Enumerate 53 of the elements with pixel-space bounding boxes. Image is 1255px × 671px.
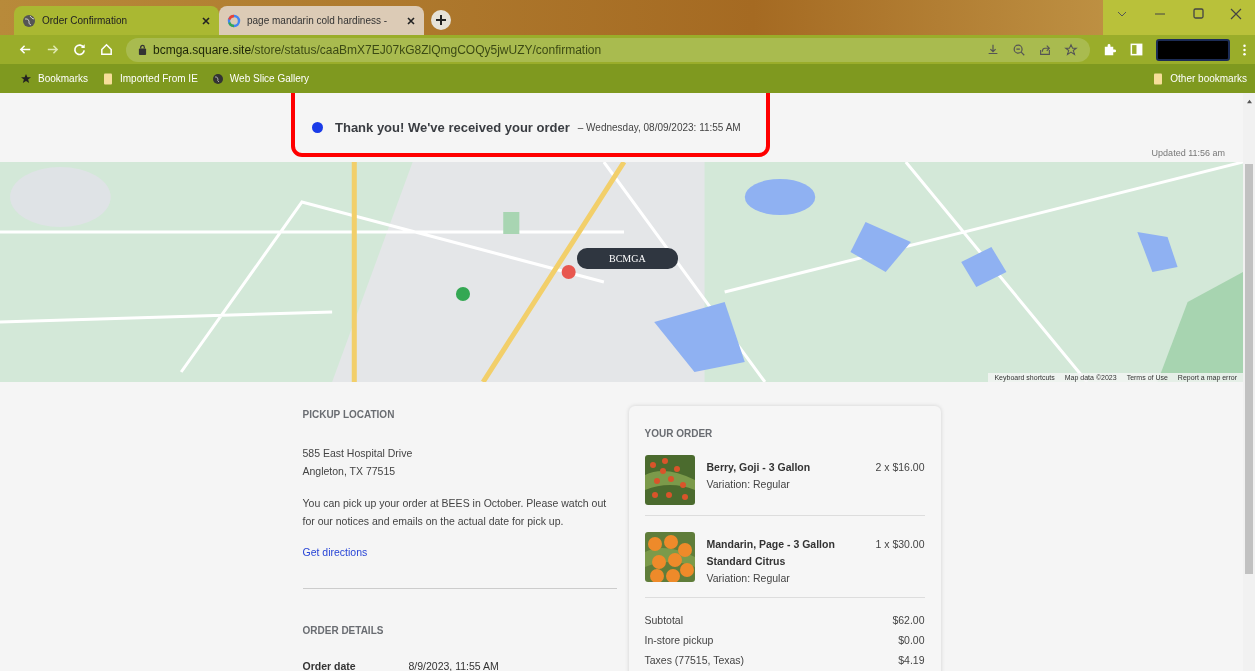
detail-label: Order date (302, 660, 357, 671)
item-variation: Variation: Regular (706, 571, 791, 586)
address-bar[interactable]: bcmga.square.site/store/status/caaBmX7EJ07kG8ZlQmgCOQy5jwUZY/confirmation (126, 37, 1090, 62)
close-icon[interactable] (406, 15, 416, 26)
total-label: Subtotal (644, 613, 684, 628)
item-price: 1 x $30.00 (874, 537, 925, 552)
item-name: Mandarin, Page - 3 Gallon Standard Citrus (706, 537, 836, 569)
total-label: Taxes (77515, Texas) (644, 653, 745, 668)
section-heading: ORDER DETAILS (302, 625, 385, 636)
total-value: $0.00 (898, 633, 925, 648)
detail-value: 8/9/2023, 11:55 AM (408, 660, 499, 671)
confirmation-title: Thank you! We've received your order (335, 120, 570, 135)
url-text: bcmga.square.site/store/status/caaBmX7EJ07kG8ZlQmgCOQy5jwUZY/confirmation (153, 42, 602, 57)
reload-icon[interactable] (72, 42, 87, 57)
sidebar-icon[interactable] (1129, 42, 1144, 57)
tab-title: Order Confirmation (42, 15, 129, 26)
pickup-note: You can pick up your order at BEES in October. Please watch out for our notices and emails on the actual date for pick up. (302, 496, 608, 529)
item-name: Berry, Goji - 3 Gallon (706, 460, 812, 475)
plus-icon[interactable] (430, 9, 452, 31)
colored-ring-icon (227, 13, 241, 28)
section-heading: YOUR ORDER (644, 428, 714, 439)
tab-title: page mandarin cold hardiness - (247, 15, 389, 26)
home-icon[interactable] (99, 42, 114, 57)
globe-icon (211, 72, 224, 85)
status-dot (312, 122, 323, 133)
zoom-out-icon[interactable] (1012, 42, 1026, 57)
order-timestamp: – Wednesday, 08/09/2023: 11:55 AM (577, 122, 741, 133)
folder-icon (102, 72, 114, 85)
address-line: Angleton, TX 77515 (302, 464, 397, 479)
close-icon[interactable] (201, 15, 211, 26)
total-value: $62.00 (892, 613, 925, 628)
total-value: $4.19 (898, 653, 925, 668)
map-marker-label[interactable]: BCMGA (577, 248, 678, 269)
lock-icon (138, 44, 147, 55)
item-price: 2 x $16.00 (874, 460, 925, 475)
puzzle-icon[interactable] (1102, 42, 1117, 57)
menu-icon[interactable] (1242, 42, 1247, 57)
updated-time: Updated 11:56 am (1151, 148, 1225, 158)
browser-tab[interactable]: page mandarin cold hardiness - (219, 6, 424, 35)
total-label: In-store pickup (644, 633, 714, 648)
globe-icon (22, 13, 36, 28)
section-heading: PICKUP LOCATION (302, 409, 396, 420)
scrollbar-thumb[interactable] (1245, 164, 1253, 574)
share-icon[interactable] (1038, 42, 1052, 57)
item-variation: Variation: Regular (706, 477, 791, 492)
star-icon (20, 72, 32, 85)
address-line: 585 East Hospital Drive (302, 446, 414, 461)
scroll-up-icon[interactable] (1245, 99, 1253, 104)
star-icon[interactable] (1064, 42, 1078, 57)
download-icon[interactable] (986, 42, 1000, 57)
browser-tab[interactable]: Order Confirmation (14, 6, 219, 35)
folder-icon (1152, 72, 1165, 85)
directions-link[interactable]: Get directions (302, 546, 617, 558)
